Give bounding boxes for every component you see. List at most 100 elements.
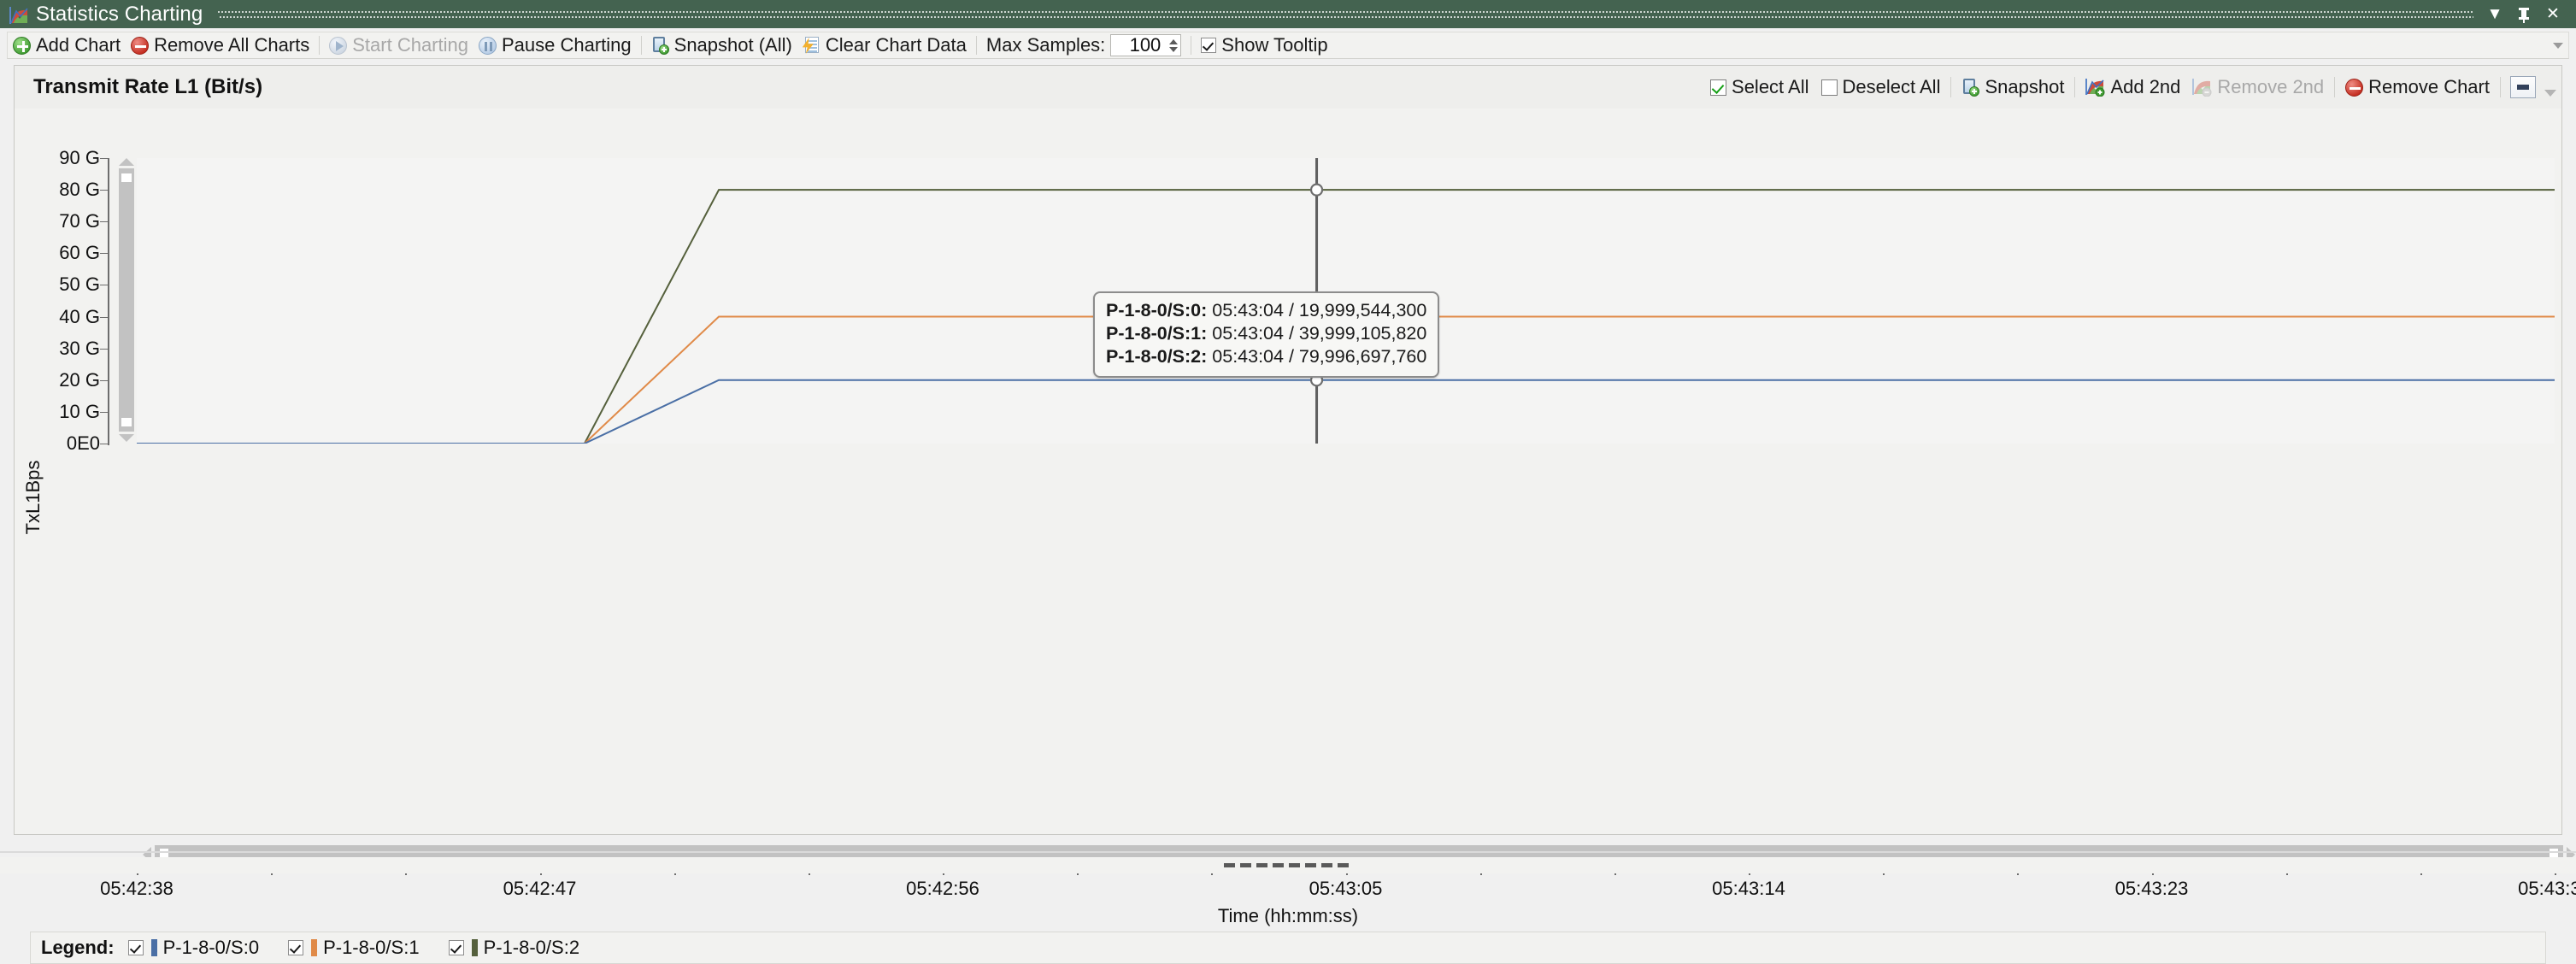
- add-circle-icon: [13, 36, 31, 55]
- y-axis-tick-label: 50 G: [59, 273, 100, 296]
- panel-overflow-chevron-down-icon[interactable]: [2544, 90, 2556, 97]
- y-axis-tick-mark: [100, 158, 108, 159]
- spin-up-icon[interactable]: [1168, 38, 1178, 44]
- legend-item-checkbox[interactable]: [288, 940, 304, 955]
- series-line: [137, 379, 2555, 444]
- pause-icon: [478, 36, 497, 55]
- legend-item-label: P-1-8-0/S:2: [483, 937, 580, 958]
- y-axis-tick-mark: [100, 190, 108, 191]
- snapshot-button[interactable]: Snapshot: [1956, 74, 2070, 100]
- title-bar-drag-dots: [218, 9, 2473, 20]
- toolbar-overflow-chevron-down-icon[interactable]: [2553, 42, 2563, 49]
- deselect-all-label: Deselect All: [1842, 76, 1941, 97]
- max-samples-input[interactable]: 100: [1111, 34, 1166, 56]
- add-2nd-button[interactable]: Add 2nd: [2079, 74, 2186, 100]
- remove-all-charts-label: Remove All Charts: [154, 34, 310, 56]
- legend-item-checkbox[interactable]: [448, 940, 464, 955]
- snapshot-all-button[interactable]: Snapshot (All): [646, 33, 797, 57]
- select-all-check-icon[interactable]: [1710, 79, 1727, 96]
- remove-all-charts-button[interactable]: Remove All Charts: [126, 33, 315, 57]
- y-axis-tick-mark: [100, 348, 108, 350]
- toolbar-separator: [975, 36, 977, 55]
- x-axis-tick-label: 05:42:38: [100, 878, 173, 899]
- snapshot-icon: [1961, 78, 1980, 97]
- remove-chart-label: Remove Chart: [2368, 76, 2490, 97]
- y-axis-tick-label: 20 G: [59, 368, 100, 391]
- tooltip-series-value: 05:43:04 / 19,999,544,300: [1212, 300, 1427, 320]
- vertical-scroll-thumb[interactable]: [119, 168, 134, 432]
- x-axis-tick-label: 05:43:23: [2114, 878, 2189, 899]
- collapse-chart-button[interactable]: [2510, 76, 2536, 98]
- add-chart-button[interactable]: Add Chart: [8, 33, 126, 57]
- select-all-label: Select All: [1732, 76, 1809, 97]
- remove-circle-icon: [2345, 78, 2364, 97]
- max-samples-stepper[interactable]: 100: [1110, 34, 1182, 56]
- max-samples-label: Max Samples:: [985, 34, 1106, 56]
- y-axis-tick-mark: [100, 221, 108, 223]
- start-charting-button[interactable]: Start Charting: [324, 33, 473, 57]
- y-axis-line: [108, 158, 109, 445]
- add-chart-label: Add Chart: [36, 34, 121, 56]
- tooltip-row: P-1-8-0/S:0: 05:43:04 / 19,999,544,300: [1106, 299, 1426, 322]
- chart-header: Transmit Rate L1 (Bit/s) Select All Dese…: [15, 66, 2561, 109]
- toolbar-separator: [319, 36, 321, 55]
- y-axis-tick-labels: 90 G 80 G 70 G 60 G 50 G 40 G 30 G 20 G 10 G 0E0: [15, 109, 100, 878]
- snapshot-label: Snapshot: [1985, 76, 2065, 97]
- panel-divider: [0, 851, 2576, 853]
- show-tooltip-checkbox[interactable]: Show Tooltip: [1196, 33, 1332, 57]
- scroll-thumb-grip-top[interactable]: [121, 173, 132, 182]
- pin-window-icon[interactable]: [2509, 2, 2538, 27]
- tooltip-series-value: 05:43:04 / 79,996,697,760: [1212, 346, 1427, 367]
- legend-label: Legend:: [41, 937, 115, 958]
- y-axis-zoom-scrollbar[interactable]: [117, 158, 136, 442]
- toolbar-separator: [640, 36, 642, 55]
- legend-item[interactable]: P-1-8-0/S:2: [448, 937, 580, 959]
- remove-2nd-button[interactable]: Remove 2nd: [2186, 74, 2330, 100]
- clear-data-icon: [802, 36, 820, 55]
- panel-resize-grip[interactable]: [0, 857, 2576, 873]
- window-menu-dropdown[interactable]: ▼: [2480, 2, 2509, 27]
- scroll-thumb-grip-bottom[interactable]: [121, 418, 132, 426]
- window-title-bar: Statistics Charting ▼ ✕: [0, 0, 2576, 28]
- x-axis-tick-labels: 05:42:38 05:42:47 05:42:56 05:43:05 05:43:14…: [15, 878, 2576, 903]
- close-window-icon[interactable]: ✕: [2538, 2, 2567, 27]
- pause-charting-button[interactable]: Pause Charting: [473, 33, 637, 57]
- x-axis-tick-label: 05:42:56: [906, 878, 979, 899]
- scroll-down-icon[interactable]: [119, 434, 134, 442]
- crosshair-marker: [1309, 183, 1324, 197]
- deselect-all-check-icon[interactable]: [1820, 79, 1838, 96]
- clear-chart-data-button[interactable]: Clear Chart Data: [797, 33, 972, 57]
- remove-circle-icon: [131, 36, 150, 55]
- y-axis-tick-label: 40 G: [59, 305, 100, 327]
- remove-chart-button[interactable]: Remove Chart: [2339, 74, 2496, 100]
- remove-2nd-label: Remove 2nd: [2217, 76, 2325, 97]
- remove-second-axis-icon: [2192, 78, 2212, 97]
- header-separator: [2074, 77, 2076, 97]
- tooltip-series-key: P-1-8-0/S:2:: [1106, 346, 1208, 367]
- scroll-up-icon[interactable]: [119, 158, 134, 166]
- play-icon: [329, 36, 348, 55]
- legend-item[interactable]: P-1-8-0/S:1: [288, 937, 420, 959]
- snapshot-all-label: Snapshot (All): [673, 34, 792, 56]
- x-axis-tick-label: 05:43:32: [2518, 878, 2576, 899]
- y-axis-tick-mark: [100, 253, 108, 255]
- tooltip-series-value: 05:43:04 / 39,999,105,820: [1212, 323, 1427, 344]
- spin-down-icon[interactable]: [1168, 46, 1178, 52]
- tooltip-row: P-1-8-0/S:2: 05:43:04 / 79,996,697,760: [1106, 345, 1426, 368]
- chart-tooltip: P-1-8-0/S:0: 05:43:04 / 19,999,544,300 P…: [1093, 291, 1440, 378]
- collapse-icon: [2517, 85, 2529, 90]
- y-axis-tick-label: 10 G: [59, 400, 100, 422]
- show-tooltip-check-icon[interactable]: [1201, 38, 1217, 53]
- legend-item-checkbox[interactable]: [127, 940, 144, 955]
- max-samples-spin-buttons[interactable]: [1166, 35, 1180, 56]
- max-samples-group: Max Samples: 100: [981, 33, 1186, 57]
- deselect-all-button[interactable]: Deselect All: [1815, 74, 1947, 100]
- tooltip-series-key: P-1-8-0/S:1:: [1106, 323, 1208, 344]
- legend-item-label: P-1-8-0/S:1: [323, 937, 420, 958]
- select-all-button[interactable]: Select All: [1704, 74, 1815, 100]
- plot-wrapper: TxL1Bps 90 G 80 G 70 G 60 G 50 G 40 G 30 G 20 G…: [15, 109, 2576, 964]
- legend-item[interactable]: P-1-8-0/S:0: [127, 937, 259, 959]
- start-charting-label: Start Charting: [352, 34, 468, 56]
- clear-chart-data-label: Clear Chart Data: [825, 34, 967, 56]
- tooltip-row: P-1-8-0/S:1: 05:43:04 / 39,999,105,820: [1106, 322, 1426, 345]
